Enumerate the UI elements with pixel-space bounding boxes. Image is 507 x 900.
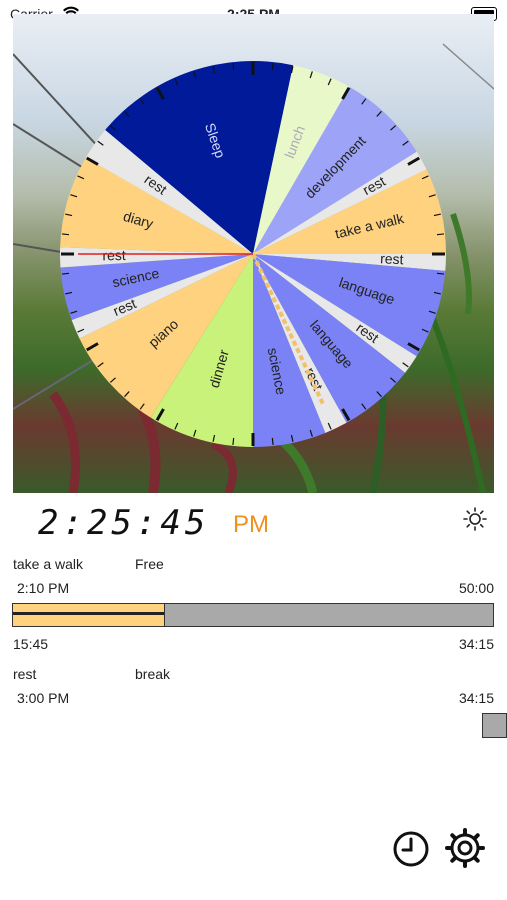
next-progress-bar [482, 713, 507, 738]
next-activity-category: break [135, 666, 171, 682]
ampm-label: PM [233, 511, 269, 538]
current-activity-name: take a walk [13, 556, 84, 572]
clock-tick [436, 272, 445, 275]
clock-segment-label: rest [102, 247, 126, 263]
sun-icon[interactable] [462, 506, 488, 532]
progress-line [13, 612, 165, 615]
schedule-clock[interactable]: Sleep lunchdevelopmentresttake a walkrest… [13, 14, 494, 493]
clock-tick [61, 233, 70, 236]
current-activity-category: Free [135, 556, 164, 572]
clock-icon[interactable] [392, 830, 430, 868]
digital-clock: 2:25:45 [38, 503, 210, 543]
next-start-time: 3:00 PM [17, 690, 70, 706]
clock-tick [232, 62, 235, 71]
current-duration: 50:00 [458, 580, 494, 596]
clock-segment-label: rest [380, 250, 404, 267]
clock-tick [232, 437, 235, 446]
current-start-time: 2:10 PM [17, 580, 70, 596]
next-activity-name: rest [13, 666, 37, 682]
progress-fill [13, 604, 166, 626]
background-photo: Sleep lunch development rest take a walk rest… [13, 14, 494, 493]
elapsed-time: 15:45 [13, 636, 49, 652]
next-countdown: 34:15 [458, 690, 494, 706]
remaining-time: 34:15 [458, 636, 494, 652]
clock-tick [436, 233, 445, 236]
clock-tick [271, 437, 274, 446]
clock-tick [271, 62, 274, 71]
current-progress-bar [12, 603, 494, 627]
clock-tick [61, 272, 70, 275]
gear-icon[interactable] [444, 827, 486, 869]
